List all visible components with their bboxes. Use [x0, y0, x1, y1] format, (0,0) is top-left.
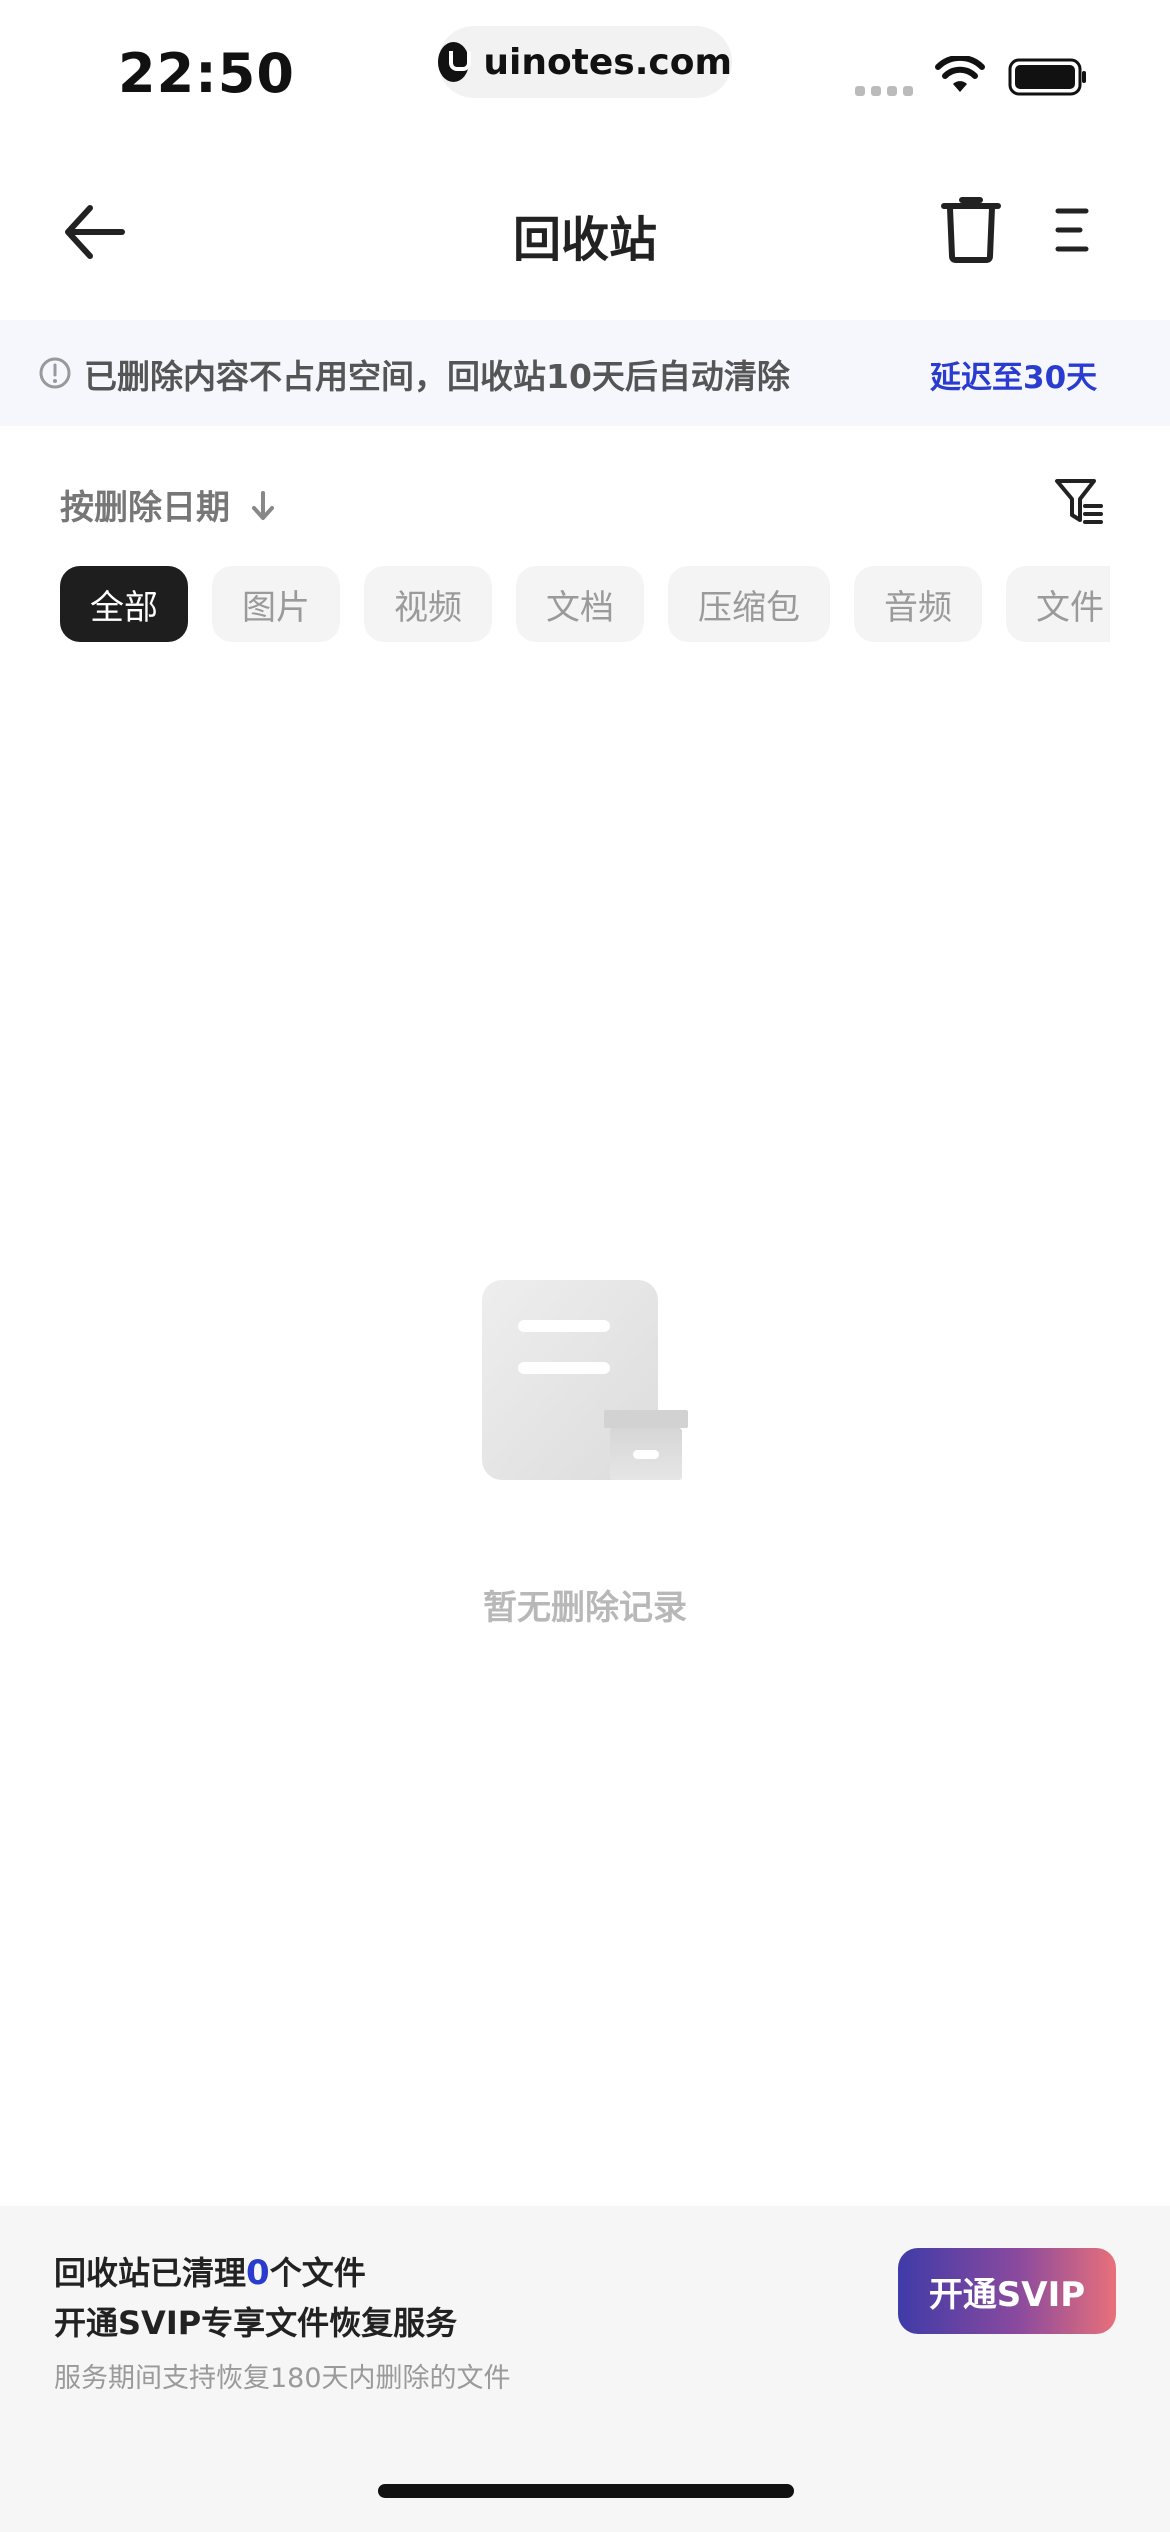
chip-videos[interactable]: 视频 — [364, 566, 492, 642]
sort-row: 按删除日期 — [0, 470, 1170, 536]
notice-text: 已删除内容不占用空间，回收站10天后自动清除 — [84, 357, 790, 396]
open-svip-button[interactable]: 开通SVIP — [898, 2248, 1116, 2334]
chip-files[interactable]: 文件 — [1006, 566, 1110, 642]
notice-banner: 已删除内容不占用空间，回收站10天后自动清除 延迟至30天 — [0, 320, 1170, 426]
site-logo-icon — [438, 42, 472, 82]
cleaned-count-value: 0 — [246, 2253, 270, 2293]
chip-all[interactable]: 全部 — [60, 566, 188, 642]
cleaned-count-text: 回收站已清理0个文件 — [54, 2248, 366, 2294]
battery-icon — [1008, 58, 1086, 96]
cleaned-count-prefix: 回收站已清理 — [54, 2254, 247, 2292]
more-menu-icon[interactable] — [1054, 206, 1090, 254]
promo-headline: 开通SVIP专享文件恢复服务 — [54, 2304, 458, 2342]
nav-bar: 回收站 — [0, 170, 1170, 292]
chip-images[interactable]: 图片 — [212, 566, 340, 642]
url-pill[interactable]: uinotes.com — [438, 26, 732, 98]
extend-retention-link[interactable]: 延迟至30天 — [930, 352, 1097, 397]
trash-icon[interactable] — [940, 196, 1002, 264]
sort-by-date-button[interactable]: 按删除日期 — [60, 480, 230, 529]
cleaned-count-suffix: 个文件 — [269, 2254, 366, 2292]
info-icon — [39, 357, 71, 389]
filter-icon[interactable] — [1054, 476, 1104, 526]
status-time: 22:50 — [118, 42, 295, 105]
url-text: uinotes.com — [483, 41, 732, 83]
home-indicator — [378, 2484, 794, 2498]
chip-archives[interactable]: 压缩包 — [668, 566, 830, 642]
status-bar: 22:50 uinotes.com — [0, 0, 1170, 150]
cellular-signal-icon — [855, 86, 913, 96]
wifi-icon — [935, 56, 985, 92]
category-chips: 全部 图片 视频 文档 压缩包 音频 文件 — [60, 566, 1110, 642]
empty-state-text: 暂无删除记录 — [483, 1588, 687, 1628]
arrow-down-icon[interactable] — [250, 490, 276, 522]
chip-audio[interactable]: 音频 — [854, 566, 982, 642]
promo-subtext: 服务期间支持恢复180天内删除的文件 — [54, 2363, 511, 2394]
empty-document-icon — [482, 1280, 688, 1480]
chip-documents[interactable]: 文档 — [516, 566, 644, 642]
